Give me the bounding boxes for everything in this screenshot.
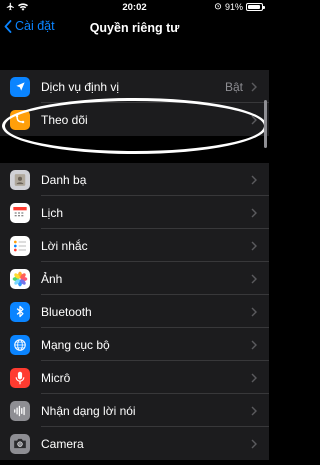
globe-icon <box>10 334 30 355</box>
page-title: Quyền riêng tư <box>89 21 180 35</box>
row-label: Ảnh <box>41 271 63 286</box>
row-bluetooth[interactable]: Bluetooth <box>0 295 269 328</box>
chevron-right-icon <box>251 307 257 317</box>
chevron-right-icon <box>251 82 257 92</box>
microphone-icon <box>10 367 30 388</box>
chevron-right-icon <box>251 241 257 251</box>
row-speech-recognition[interactable]: Nhận dạng lời nói <box>0 394 269 427</box>
alarm-icon <box>214 2 222 12</box>
row-label: Danh bạ <box>41 172 87 187</box>
row-tracking[interactable]: Theo dõi <box>0 103 269 136</box>
row-value: Bật <box>224 79 243 94</box>
scrollbar[interactable] <box>264 100 267 148</box>
chevron-right-icon <box>251 208 257 218</box>
row-label: Lời nhắc <box>41 238 88 253</box>
navigation-bar: Cài đặt Quyền riêng tư <box>0 14 269 44</box>
chevron-right-icon <box>251 274 257 284</box>
waveform-icon <box>10 400 30 421</box>
tracking-icon <box>10 109 30 130</box>
location-arrow-icon <box>10 76 30 97</box>
bluetooth-icon <box>10 301 30 322</box>
row-label: Micrô <box>41 370 71 385</box>
camera-icon <box>10 433 30 454</box>
row-calendar[interactable]: Lịch <box>0 196 269 229</box>
chevron-right-icon <box>251 340 257 350</box>
row-label: Theo dõi <box>41 112 88 127</box>
row-label: Dịch vụ định vị <box>41 79 120 94</box>
row-camera[interactable]: Camera <box>0 427 269 460</box>
row-local-network[interactable]: Mạng cục bộ <box>0 328 269 361</box>
reminders-icon <box>10 235 30 256</box>
row-reminders[interactable]: Lời nhắc <box>0 229 269 262</box>
chevron-right-icon <box>251 406 257 416</box>
row-microphone[interactable]: Micrô <box>0 361 269 394</box>
row-photos[interactable]: Ảnh <box>0 262 269 295</box>
status-right: 91% <box>214 2 265 12</box>
chevron-right-icon <box>251 115 257 125</box>
row-label: Camera <box>41 436 84 451</box>
photos-icon <box>10 268 30 289</box>
settings-group-location: Dịch vụ định vị Bật Theo dõi <box>0 70 269 136</box>
row-contacts[interactable]: Danh bạ <box>0 163 269 196</box>
chevron-right-icon <box>251 373 257 383</box>
contacts-icon <box>10 169 30 190</box>
battery-percent: 91% <box>224 2 243 12</box>
row-label: Bluetooth <box>41 304 92 319</box>
battery-icon <box>246 3 265 11</box>
battery-level <box>248 5 260 9</box>
chevron-right-icon <box>251 175 257 185</box>
row-label: Nhận dạng lời nói <box>41 403 136 418</box>
row-label: Lịch <box>41 205 64 220</box>
status-bar: 20:02 91% <box>0 0 269 14</box>
row-location-services[interactable]: Dịch vụ định vị Bật <box>0 70 269 103</box>
calendar-icon <box>10 202 30 223</box>
settings-group-permissions: Danh bạ Lịch Lời nhắc Ảnh Bluetooth Mạng… <box>0 163 269 460</box>
chevron-right-icon <box>251 439 257 449</box>
row-label: Mạng cục bộ <box>41 337 110 352</box>
